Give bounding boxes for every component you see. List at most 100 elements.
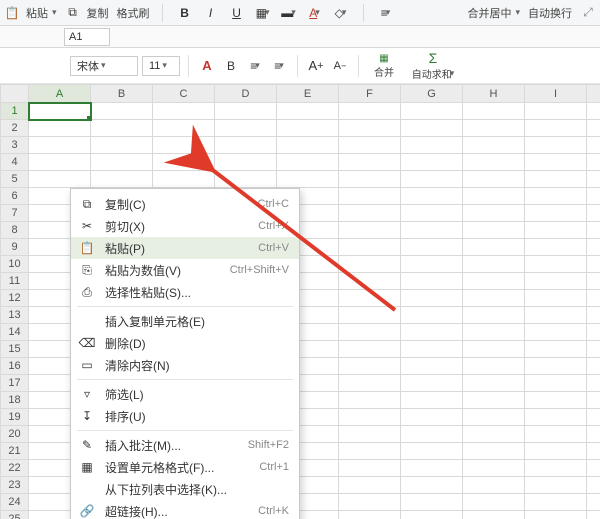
cell[interactable]: [525, 392, 587, 409]
cell[interactable]: [215, 120, 277, 137]
cell[interactable]: [463, 120, 525, 137]
cell[interactable]: [339, 290, 401, 307]
cell[interactable]: [587, 341, 600, 358]
cell[interactable]: [339, 222, 401, 239]
cell[interactable]: [401, 120, 463, 137]
cell[interactable]: [587, 426, 600, 443]
menu-item[interactable]: ↧排序(U): [71, 405, 299, 427]
row-header[interactable]: 15: [1, 341, 29, 358]
cell[interactable]: [401, 443, 463, 460]
cell[interactable]: [401, 205, 463, 222]
cell[interactable]: [339, 307, 401, 324]
cell[interactable]: [587, 290, 600, 307]
row-header[interactable]: 24: [1, 494, 29, 511]
cell[interactable]: [587, 256, 600, 273]
cell[interactable]: [525, 341, 587, 358]
font-color-button[interactable]: A▾: [305, 2, 325, 24]
cell[interactable]: [463, 511, 525, 519]
cell[interactable]: [525, 494, 587, 511]
cell[interactable]: [91, 137, 153, 154]
column-header[interactable]: H: [463, 85, 525, 103]
cell[interactable]: [153, 103, 215, 120]
cell[interactable]: [401, 222, 463, 239]
menu-item[interactable]: ✎插入批注(M)...Shift+F2: [71, 434, 299, 456]
cell[interactable]: [525, 511, 587, 519]
cell[interactable]: [339, 324, 401, 341]
cell[interactable]: [29, 171, 91, 188]
align-left-button[interactable]: ≡▾: [245, 55, 265, 77]
paste-icon[interactable]: 📋: [4, 5, 20, 21]
cell[interactable]: [525, 103, 587, 120]
column-header[interactable]: J: [587, 85, 600, 103]
chevron-down-icon[interactable]: ▾: [52, 7, 57, 18]
menu-item[interactable]: 插入复制单元格(E): [71, 310, 299, 332]
row-header[interactable]: 20: [1, 426, 29, 443]
row-header[interactable]: 11: [1, 273, 29, 290]
row-header[interactable]: 19: [1, 409, 29, 426]
merge-center-label[interactable]: 合并居中: [467, 5, 511, 21]
row-header[interactable]: 6: [1, 188, 29, 205]
cell[interactable]: [587, 154, 600, 171]
cell[interactable]: [463, 188, 525, 205]
cell[interactable]: [91, 171, 153, 188]
cell[interactable]: [339, 239, 401, 256]
copy-label[interactable]: 复制: [87, 5, 109, 21]
paste-label[interactable]: 粘贴: [26, 5, 48, 21]
highlight-button[interactable]: ◇▾: [331, 2, 351, 24]
cell[interactable]: [215, 103, 277, 120]
menu-item[interactable]: ▿筛选(L): [71, 383, 299, 405]
cell[interactable]: [587, 120, 600, 137]
cell[interactable]: [215, 154, 277, 171]
cell[interactable]: [401, 392, 463, 409]
cell[interactable]: [277, 120, 339, 137]
cell[interactable]: [29, 137, 91, 154]
cell[interactable]: [463, 460, 525, 477]
cell[interactable]: [153, 154, 215, 171]
bold-button[interactable]: B: [175, 2, 195, 24]
cell[interactable]: [91, 103, 153, 120]
column-header[interactable]: B: [91, 85, 153, 103]
copy-icon[interactable]: ⧉: [65, 5, 81, 21]
select-all-corner[interactable]: [1, 85, 29, 103]
increase-font-icon[interactable]: A+: [306, 55, 326, 77]
cell[interactable]: [463, 443, 525, 460]
cell[interactable]: [401, 358, 463, 375]
font-select[interactable]: 宋体▾: [70, 56, 138, 76]
row-header[interactable]: 5: [1, 171, 29, 188]
cell[interactable]: [463, 222, 525, 239]
cell[interactable]: [525, 324, 587, 341]
cell[interactable]: [463, 154, 525, 171]
cell[interactable]: [587, 375, 600, 392]
cell[interactable]: [339, 426, 401, 443]
cell[interactable]: [339, 273, 401, 290]
cell[interactable]: [587, 477, 600, 494]
cell[interactable]: [215, 137, 277, 154]
cell[interactable]: [587, 222, 600, 239]
cell[interactable]: [525, 443, 587, 460]
menu-item[interactable]: ▦设置单元格格式(F)...Ctrl+1: [71, 456, 299, 478]
cell[interactable]: [401, 273, 463, 290]
cell[interactable]: [339, 460, 401, 477]
cell[interactable]: [91, 154, 153, 171]
cell[interactable]: [401, 137, 463, 154]
cell[interactable]: [463, 341, 525, 358]
cell[interactable]: [525, 409, 587, 426]
cell[interactable]: [587, 358, 600, 375]
cell[interactable]: [401, 290, 463, 307]
row-header[interactable]: 7: [1, 205, 29, 222]
align-center-button[interactable]: ≡▾: [269, 55, 289, 77]
cell[interactable]: [525, 239, 587, 256]
cell[interactable]: [587, 171, 600, 188]
border-button[interactable]: ▦▾: [253, 2, 273, 24]
cell[interactable]: [525, 273, 587, 290]
cell[interactable]: [153, 137, 215, 154]
cell[interactable]: [401, 375, 463, 392]
cell[interactable]: [401, 307, 463, 324]
cell[interactable]: [587, 188, 600, 205]
cell[interactable]: [587, 239, 600, 256]
cell[interactable]: [587, 103, 600, 120]
expand-icon[interactable]: ⤢: [580, 5, 596, 21]
cell[interactable]: [91, 120, 153, 137]
cell[interactable]: [525, 290, 587, 307]
cell[interactable]: [277, 171, 339, 188]
